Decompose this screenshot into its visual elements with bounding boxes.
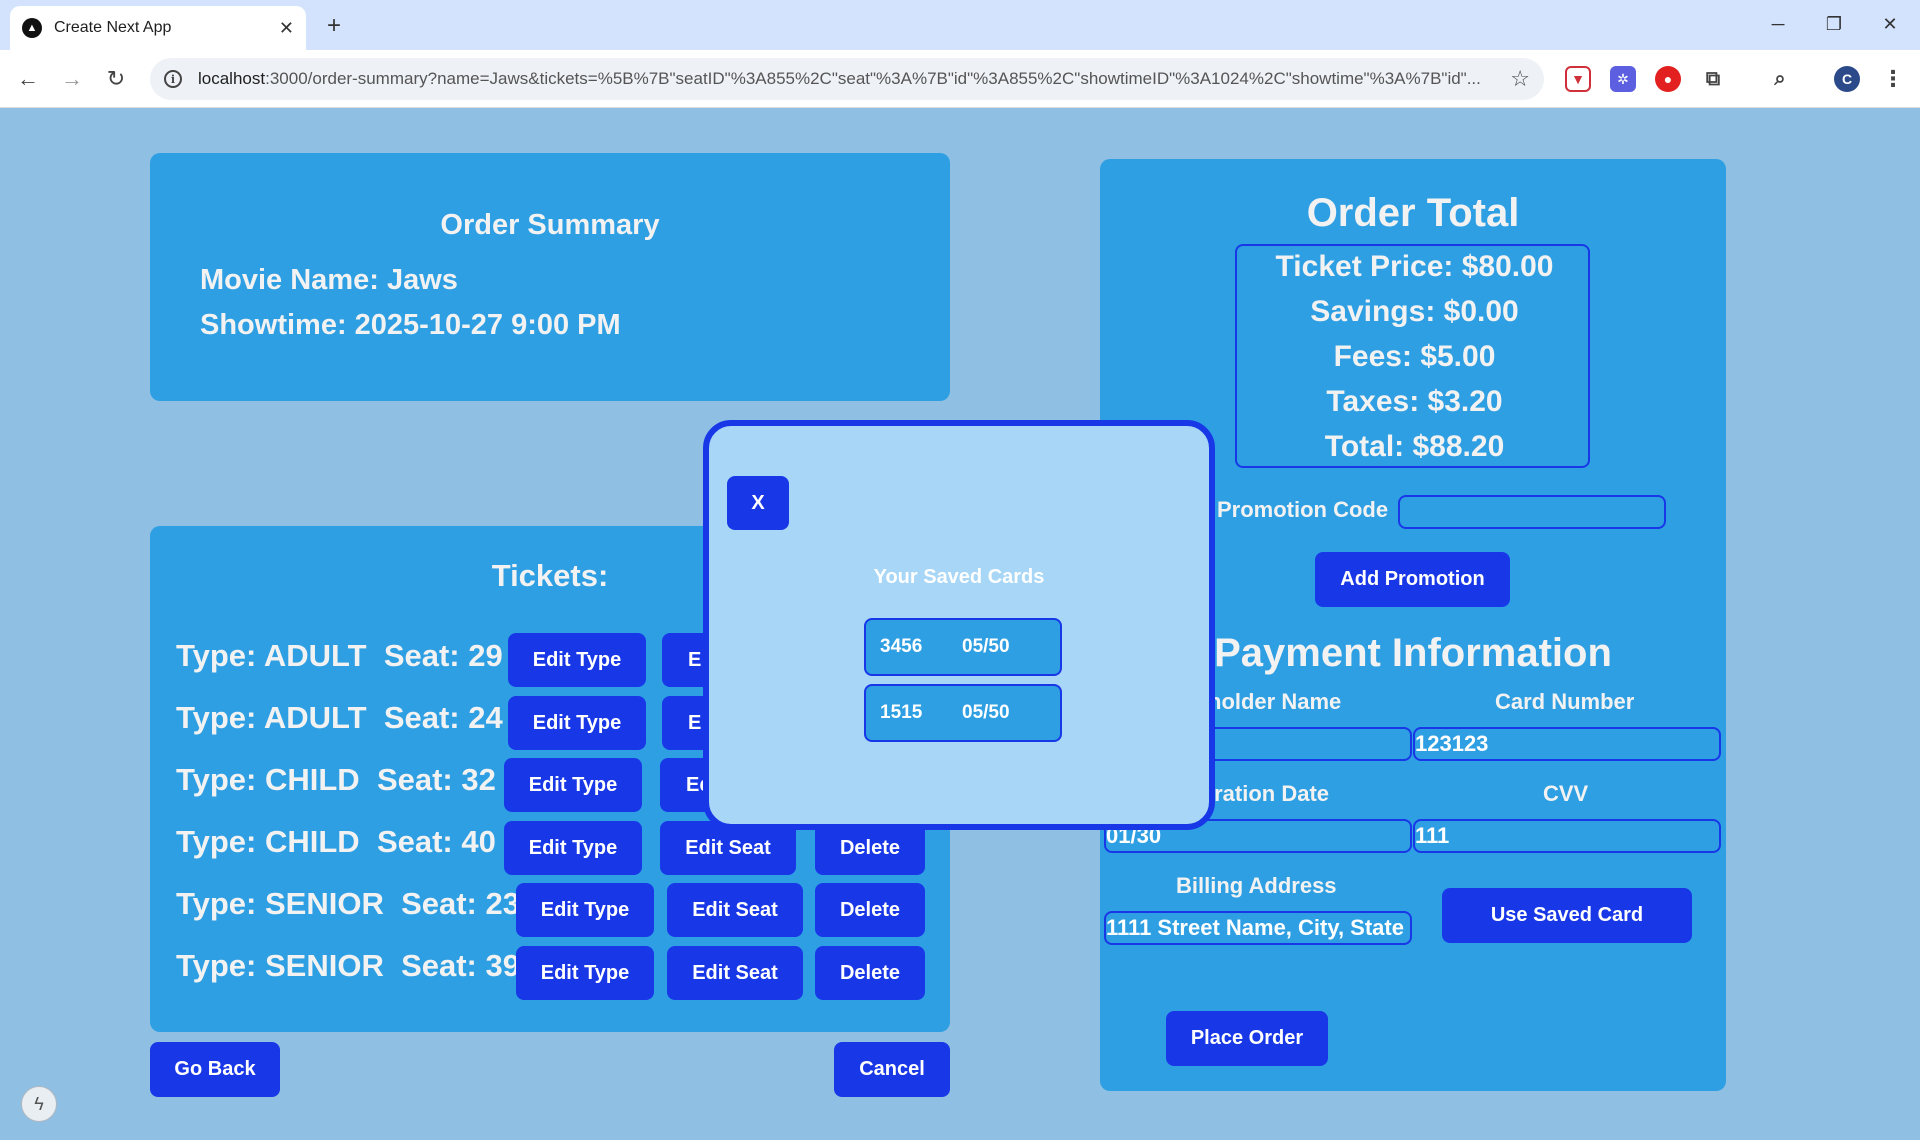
saved-cards-modal: X Your Saved Cards 3456 05/50 1515 05/50: [703, 420, 1215, 830]
add-promotion-button[interactable]: Add Promotion: [1315, 552, 1510, 607]
movie-name: Movie Name: Jaws: [200, 264, 458, 296]
promotion-code-label: Promotion Code: [1217, 497, 1389, 522]
fees: Fees: $5.00: [1333, 340, 1496, 373]
billing-address-label: Billing Address: [1176, 873, 1337, 898]
address-bar[interactable]: i localhost:3000/order-summary?name=Jaws…: [150, 58, 1544, 100]
nextjs-devtools-lightning-icon[interactable]: ϟ: [21, 1086, 57, 1122]
delete-button[interactable]: Delete: [815, 883, 925, 937]
site-info-icon[interactable]: i: [164, 70, 182, 88]
forward-arrow-icon[interactable]: →: [56, 63, 88, 95]
edit-type-button[interactable]: Edit Type: [516, 946, 654, 1000]
pocket-extension-icon[interactable]: ▼: [1565, 66, 1591, 92]
edit-type-button[interactable]: Edit Type: [504, 758, 642, 812]
billing-address-input[interactable]: 1111 Street Name, City, State: [1104, 911, 1412, 945]
saved-card-number: 1515: [880, 702, 923, 723]
saved-card-expiry: 05/50: [962, 702, 1010, 723]
cancel-button[interactable]: Cancel: [834, 1042, 950, 1097]
restore-icon[interactable]: ❐: [1814, 8, 1854, 40]
close-window-icon[interactable]: ✕: [1870, 8, 1910, 40]
cvv-input[interactable]: 111: [1413, 819, 1721, 853]
url-text: localhost:3000/order-summary?name=Jaws&t…: [198, 69, 1481, 88]
adblock-extension-icon[interactable]: ●: [1655, 66, 1681, 92]
card-number-input[interactable]: 123123: [1413, 727, 1721, 761]
ticket-row-label: Type: CHILD Seat: 32: [176, 762, 496, 797]
expiration-date-label: iration Date: [1208, 781, 1330, 806]
edit-type-button[interactable]: Edit Type: [508, 633, 646, 687]
edit-seat-button[interactable]: Edit Seat: [667, 883, 803, 937]
go-back-button[interactable]: Go Back: [150, 1042, 280, 1097]
reload-icon[interactable]: ↻: [100, 63, 132, 95]
delete-button[interactable]: Delete: [815, 946, 925, 1000]
edit-type-button[interactable]: Edit Type: [508, 696, 646, 750]
extension-gear-icon[interactable]: ✲: [1610, 66, 1636, 92]
nextjs-favicon-icon: ▲: [22, 18, 42, 38]
ticket-row-label: Type: SENIOR Seat: 39: [176, 948, 520, 983]
cardholder-name-label: holder Name: [1208, 689, 1342, 714]
browser-tab[interactable]: ▲ Create Next App ✕: [10, 6, 306, 50]
extensions-puzzle-icon[interactable]: ⧉: [1700, 66, 1726, 92]
back-arrow-icon[interactable]: ←: [12, 63, 44, 95]
saved-card-option[interactable]: 3456 05/50: [864, 618, 1062, 676]
ticket-row-label: Type: CHILD Seat: 40: [176, 824, 496, 859]
promotion-code-input[interactable]: [1398, 495, 1666, 529]
cvv-label: CVV: [1543, 781, 1589, 806]
total: Total: $88.20: [1324, 430, 1505, 463]
edit-type-button[interactable]: Edit Type: [516, 883, 654, 937]
edit-seat-button[interactable]: Edit Seat: [667, 946, 803, 1000]
savings: Savings: $0.00: [1310, 295, 1519, 328]
tab-title: Create Next App: [54, 19, 172, 36]
bookmark-star-icon[interactable]: ☆: [1510, 66, 1530, 92]
close-tab-icon[interactable]: ✕: [279, 18, 294, 39]
saved-cards-title: Your Saved Cards: [873, 566, 1045, 588]
ticket-row-label: Type: SENIOR Seat: 23: [176, 886, 520, 921]
ticket-row-label: Type: ADULT Seat: 29: [176, 638, 503, 673]
browser-toolbar: ← → ↻ i localhost:3000/order-summary?nam…: [0, 50, 1920, 108]
tab-search-icon[interactable]: ⌕: [1767, 66, 1793, 92]
use-saved-card-button[interactable]: Use Saved Card: [1442, 888, 1692, 943]
showtime: Showtime: 2025-10-27 9:00 PM: [200, 309, 621, 341]
saved-card-number: 3456: [880, 636, 923, 657]
ticket-price: Ticket Price: $80.00: [1275, 250, 1554, 283]
close-modal-button[interactable]: X: [727, 476, 789, 530]
saved-card-expiry: 05/50: [962, 636, 1010, 657]
profile-avatar-icon[interactable]: C: [1834, 66, 1860, 92]
price-breakdown-box: Ticket Price: $80.00 Savings: $0.00 Fees…: [1235, 244, 1590, 468]
taxes: Taxes: $3.20: [1326, 385, 1503, 418]
order-summary-panel: Order Summary Movie Name: Jaws Showtime:…: [150, 153, 950, 401]
minimize-icon[interactable]: ─: [1758, 8, 1798, 40]
edit-type-button[interactable]: Edit Type: [504, 821, 642, 875]
order-summary-title: Order Summary: [440, 209, 660, 241]
place-order-button[interactable]: Place Order: [1166, 1011, 1328, 1066]
order-total-title: Order Total: [1306, 191, 1520, 235]
saved-card-option[interactable]: 1515 05/50: [864, 684, 1062, 742]
new-tab-icon[interactable]: +: [318, 10, 350, 42]
card-number-label: Card Number: [1495, 689, 1635, 714]
browser-menu-icon[interactable]: ⋮: [1880, 66, 1906, 92]
browser-tab-bar: ▲ Create Next App ✕ + ─ ❐ ✕: [0, 0, 1920, 50]
ticket-row-label: Type: ADULT Seat: 24: [176, 700, 503, 735]
